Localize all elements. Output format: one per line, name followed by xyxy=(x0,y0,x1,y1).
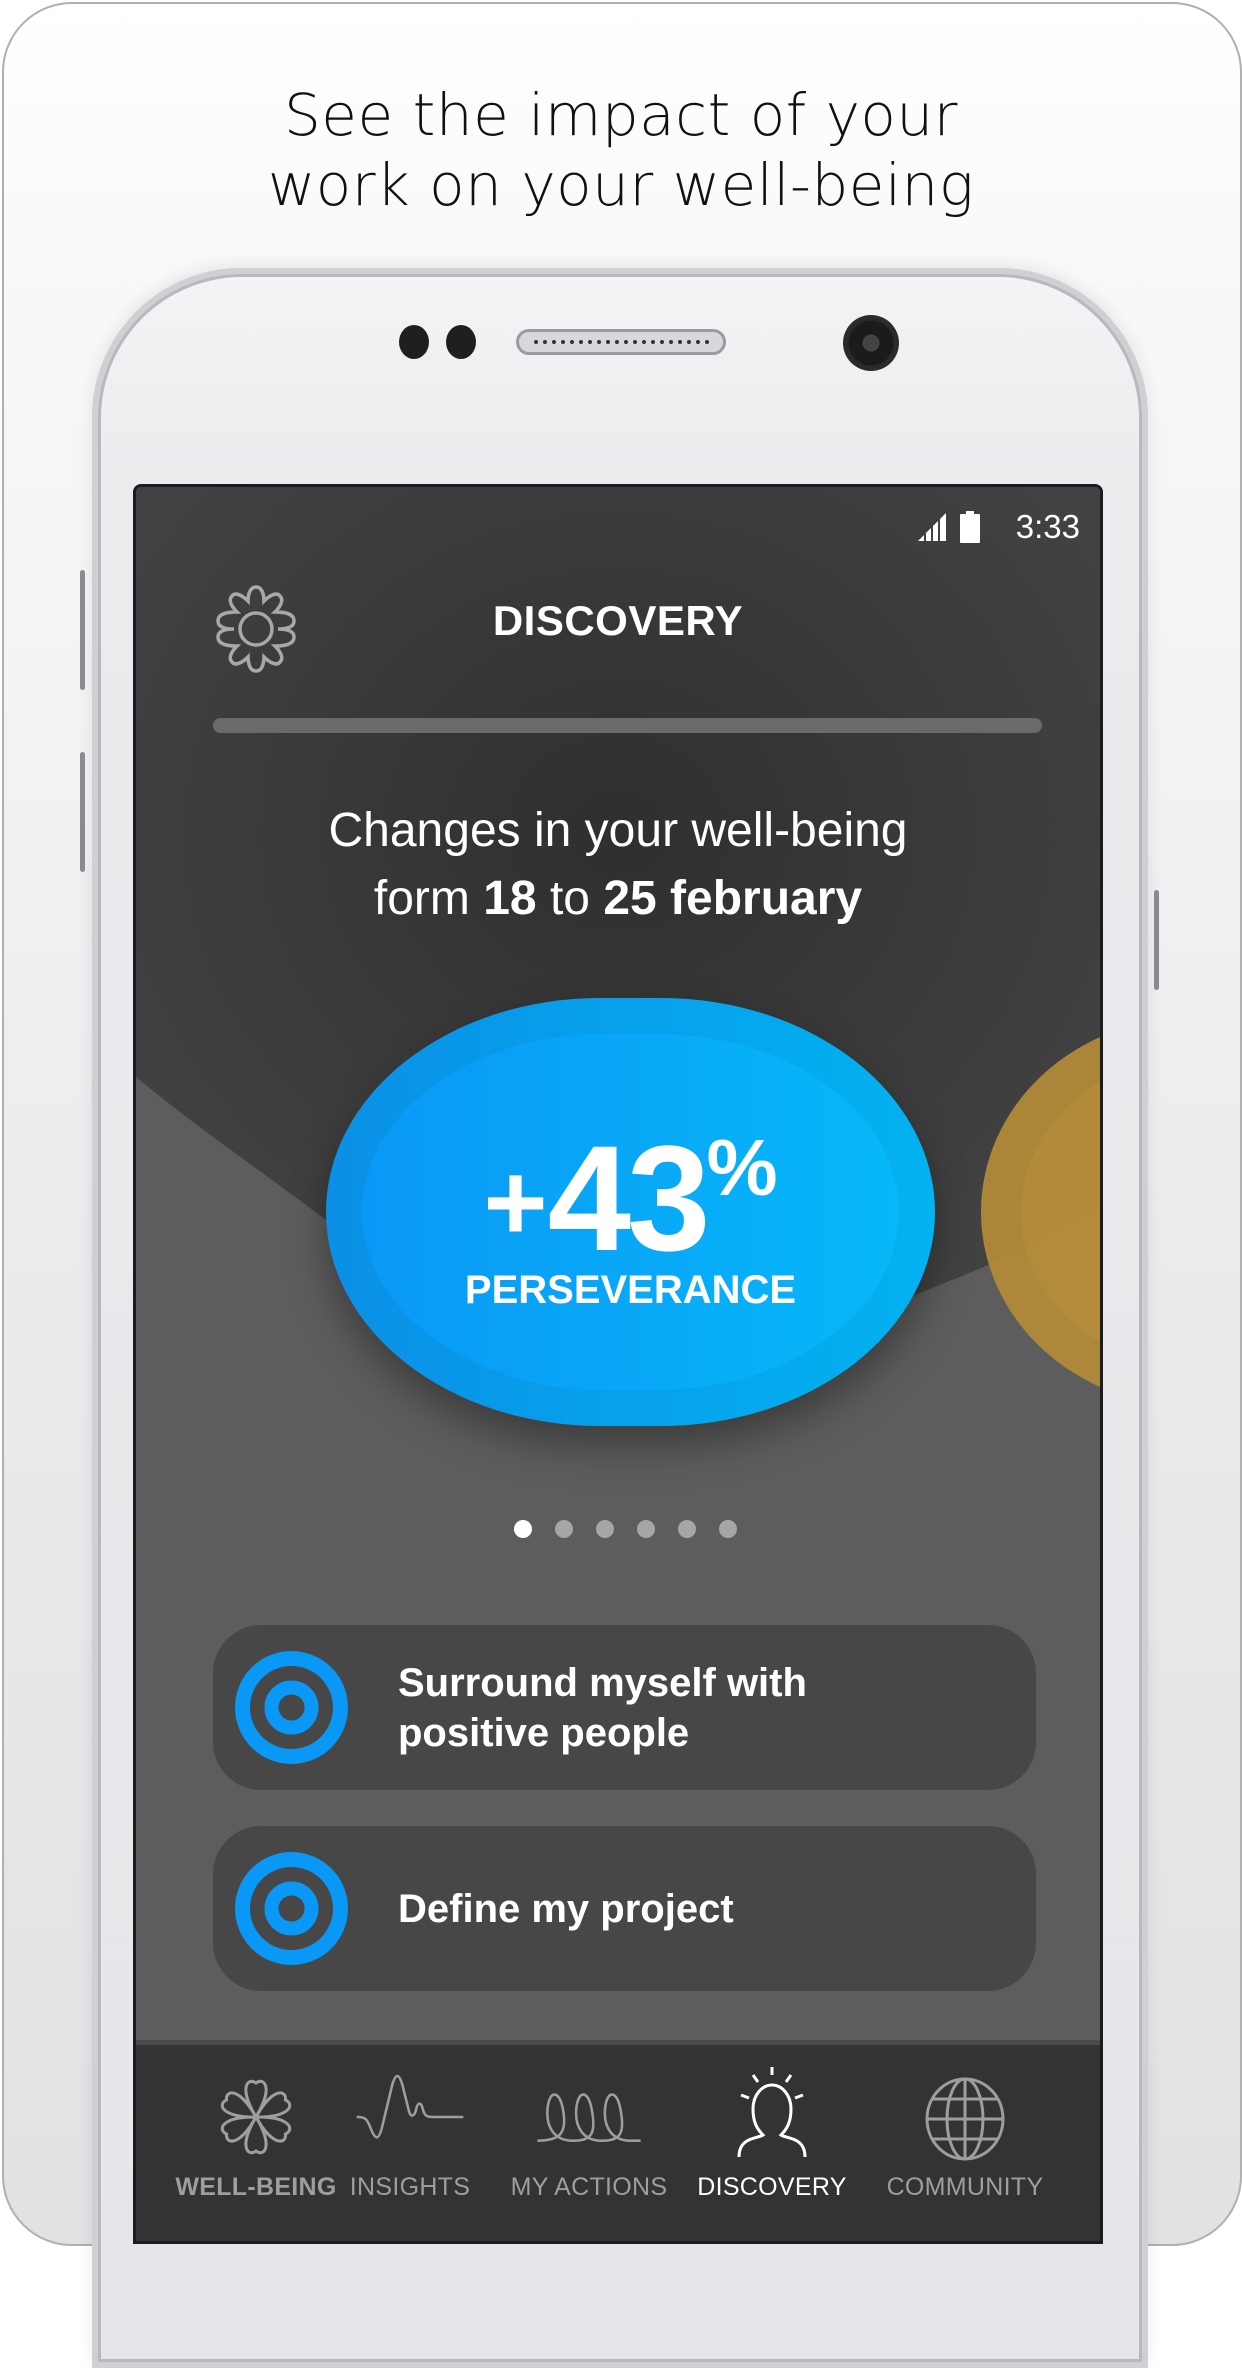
summary-form-word: form xyxy=(373,872,470,925)
status-time: 3:33 xyxy=(1015,508,1080,545)
summary-line-1: Changes in your well-being xyxy=(328,804,908,857)
progress-fill xyxy=(213,718,1042,733)
globe-icon xyxy=(925,2077,1005,2161)
summary-line-2: form 18 to 25 february xyxy=(136,865,1100,933)
carousel-dot[interactable] xyxy=(513,1520,532,1538)
front-camera xyxy=(843,315,899,371)
wave-icon xyxy=(356,2074,464,2139)
nav-item-community[interactable]: COMMUNITY xyxy=(865,2067,1065,2202)
metric-card-perseverance[interactable]: +43% PERSEVERANCE xyxy=(326,998,935,1426)
volume-button-2 xyxy=(80,752,85,872)
nav-item-insights[interactable]: INSIGHTS xyxy=(310,2067,510,2202)
flower-icon xyxy=(220,2080,292,2154)
summary-to-word: to xyxy=(549,872,590,925)
metric-label: PERSEVERANCE xyxy=(464,1268,797,1312)
progress-bar xyxy=(213,718,1042,733)
target-icon xyxy=(235,1852,348,1965)
promo-headline: See the impact of your work on your well… xyxy=(0,80,1242,220)
earpiece-speaker xyxy=(516,329,726,355)
summary-start-day: 18 xyxy=(483,872,537,925)
promo-line-2: work on your well-being xyxy=(267,151,975,219)
nav-item-discovery[interactable]: DISCOVERY xyxy=(672,2067,872,2202)
nav-item-my-actions[interactable]: MY ACTIONS xyxy=(489,2067,689,2202)
battery-icon xyxy=(959,511,980,543)
promo-line-1: See the impact of your xyxy=(283,81,959,149)
target-icon xyxy=(235,1651,348,1764)
bottom-nav: WELL-BEING INSIGHTS MY ACTIONS DISCOVERY… xyxy=(136,2040,1100,2241)
carousel-dot[interactable] xyxy=(718,1520,737,1538)
metric-unit: % xyxy=(706,1123,778,1212)
action-item[interactable]: Surround myself with positive people xyxy=(213,1625,1036,1790)
carousel-dot[interactable] xyxy=(595,1520,614,1538)
status-bar: 3:33 xyxy=(917,507,1080,547)
nav-label: COMMUNITY xyxy=(886,2173,1044,2201)
summary-text: Changes in your well-being form 18 to 25… xyxy=(136,797,1100,933)
summary-end-date: 25 february xyxy=(603,872,863,925)
metric-value: +43% xyxy=(326,1088,935,1283)
sensor-dot xyxy=(446,325,476,359)
action-label: Define my project xyxy=(398,1886,734,1931)
action-label: Surround myself with positive people xyxy=(398,1660,807,1755)
metric-number: 43 xyxy=(547,1114,711,1282)
carousel-dot[interactable] xyxy=(554,1520,573,1538)
action-item[interactable]: Define my project xyxy=(213,1826,1036,1991)
sensor-dot xyxy=(399,325,429,359)
nav-label: MY ACTIONS xyxy=(510,2173,668,2201)
person-idea-icon xyxy=(737,2067,807,2158)
nav-label: DISCOVERY xyxy=(697,2173,847,2201)
metric-sign: + xyxy=(483,1141,548,1264)
phone-screen: 3:33 DISCOVERY Changes in your well-bein… xyxy=(133,484,1103,2244)
nav-label: INSIGHTS xyxy=(349,2173,471,2201)
volume-button xyxy=(80,570,85,690)
carousel-pagination xyxy=(136,1520,1100,1538)
carousel-dot[interactable] xyxy=(636,1520,655,1538)
loops-icon xyxy=(537,2093,641,2142)
power-button xyxy=(1154,890,1159,990)
page-title: DISCOVERY xyxy=(492,597,744,644)
carousel-dot[interactable] xyxy=(677,1520,696,1538)
cell-signal-icon xyxy=(917,513,946,541)
